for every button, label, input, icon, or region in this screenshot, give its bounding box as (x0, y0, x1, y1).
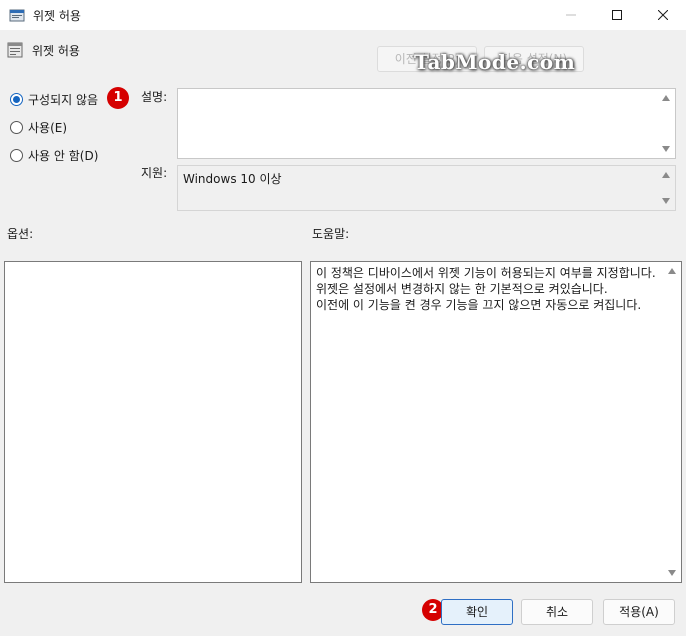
radio-indicator (10, 148, 23, 162)
scroll-up-icon[interactable] (662, 95, 670, 101)
title-bar: 위젯 허용 (0, 0, 686, 30)
scroll-up-icon[interactable] (668, 268, 676, 274)
help-label: 도움말: (312, 227, 350, 241)
description-textbox[interactable] (177, 88, 676, 159)
step-badge-1: 1 (107, 87, 129, 109)
policy-window-icon (9, 9, 25, 22)
help-scrollbar[interactable] (664, 262, 681, 582)
scroll-down-icon[interactable] (662, 198, 670, 204)
maximize-button[interactable] (594, 0, 640, 30)
close-button[interactable] (640, 0, 686, 30)
radio-label: 사용(E) (28, 120, 68, 135)
options-pane (4, 261, 302, 583)
watermark-logo: TabMode.com (414, 50, 576, 74)
radio-label: 사용 안 함(D) (28, 148, 99, 163)
help-pane[interactable]: 이 정책은 디바이스에서 위젯 기능이 허용되는지 여부를 지정합니다. 위젯은… (310, 261, 682, 583)
radio-indicator (10, 92, 23, 106)
description-scrollbar[interactable] (658, 89, 675, 158)
help-text: 이 정책은 디바이스에서 위젯 기능이 허용되는지 여부를 지정합니다. 위젯은… (316, 266, 656, 312)
radio-not-configured[interactable]: 구성되지 않음 (10, 90, 98, 108)
radio-disabled[interactable]: 사용 안 함(D) (10, 146, 98, 164)
radio-indicator (10, 120, 23, 134)
supported-scrollbar[interactable] (658, 166, 675, 210)
policy-title: 위젯 허용 (32, 44, 80, 58)
maximize-icon (612, 10, 622, 20)
ok-button[interactable]: 확인 (441, 599, 513, 625)
window-title: 위젯 허용 (33, 9, 81, 23)
apply-button[interactable]: 적용(A) (603, 599, 675, 625)
scroll-down-icon[interactable] (662, 146, 670, 152)
supported-label: 지원: (141, 166, 168, 180)
description-label: 설명: (141, 90, 168, 104)
scroll-down-icon[interactable] (668, 570, 676, 576)
minimize-button[interactable] (548, 0, 594, 30)
radio-enabled[interactable]: 사용(E) (10, 118, 67, 136)
supported-value: Windows 10 이상 (183, 172, 282, 186)
cancel-button[interactable]: 취소 (521, 599, 593, 625)
supported-on-box: Windows 10 이상 (177, 165, 676, 211)
close-icon (658, 10, 668, 20)
scroll-up-icon[interactable] (662, 172, 670, 178)
minimize-icon (566, 14, 576, 16)
options-label: 옵션: (7, 227, 34, 241)
radio-label: 구성되지 않음 (28, 92, 99, 107)
policy-setting-icon (7, 42, 23, 58)
